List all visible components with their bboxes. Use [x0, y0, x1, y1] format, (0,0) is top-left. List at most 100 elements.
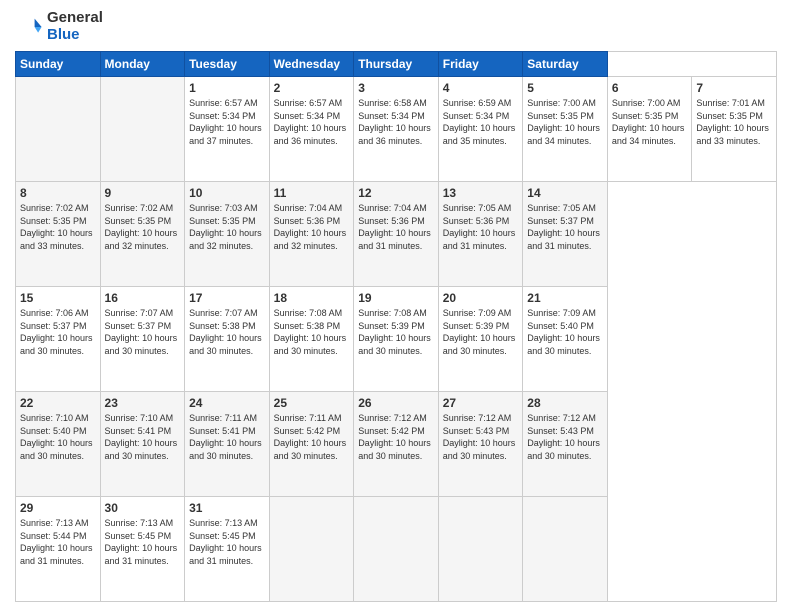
calendar-day-cell: 11 Sunrise: 7:04 AMSunset: 5:36 PMDayligh…	[269, 182, 354, 287]
weekday-header-thursday: Thursday	[354, 52, 439, 77]
calendar-day-cell: 15Sunrise: 7:06 AMSunset: 5:37 PMDayligh…	[16, 287, 101, 392]
day-number: 20	[443, 291, 519, 305]
day-number: 15	[20, 291, 96, 305]
day-number: 22	[20, 396, 96, 410]
day-info: Sunrise: 7:12 AMSunset: 5:43 PMDaylight:…	[527, 412, 603, 462]
day-info: Sunrise: 7:11 AMSunset: 5:42 PMDaylight:…	[274, 412, 350, 462]
calendar-table: SundayMondayTuesdayWednesdayThursdayFrid…	[15, 51, 777, 602]
weekday-header-tuesday: Tuesday	[185, 52, 270, 77]
calendar-week-row: 22 Sunrise: 7:10 AMSunset: 5:40 PMDayligh…	[16, 392, 777, 497]
day-info: Sunrise: 7:13 AMSunset: 5:45 PMDaylight:…	[189, 517, 265, 567]
empty-cell	[438, 497, 523, 602]
day-info: Sunrise: 7:01 AMSunset: 5:35 PMDaylight:…	[696, 97, 772, 147]
calendar-week-row: 29 Sunrise: 7:13 AMSunset: 5:44 PMDayligh…	[16, 497, 777, 602]
day-info: Sunrise: 6:57 AMSunset: 5:34 PMDaylight:…	[274, 97, 350, 147]
day-info: Sunrise: 7:07 AMSunset: 5:37 PMDaylight:…	[105, 307, 181, 357]
calendar-day-cell: 1Sunrise: 6:57 AMSunset: 5:34 PMDaylight…	[185, 77, 270, 182]
weekday-header-sunday: Sunday	[16, 52, 101, 77]
day-number: 11	[274, 186, 350, 200]
day-number: 16	[105, 291, 181, 305]
day-number: 18	[274, 291, 350, 305]
calendar-day-cell: 9 Sunrise: 7:02 AMSunset: 5:35 PMDaylight…	[100, 182, 185, 287]
day-info: Sunrise: 7:09 AMSunset: 5:40 PMDaylight:…	[527, 307, 603, 357]
calendar-day-cell: 2 Sunrise: 6:57 AMSunset: 5:34 PMDaylight…	[269, 77, 354, 182]
calendar-day-cell: 13 Sunrise: 7:05 AMSunset: 5:36 PMDayligh…	[438, 182, 523, 287]
calendar-day-cell: 17 Sunrise: 7:07 AMSunset: 5:38 PMDayligh…	[185, 287, 270, 392]
calendar-day-cell: 8 Sunrise: 7:02 AMSunset: 5:35 PMDaylight…	[16, 182, 101, 287]
calendar-header-row: SundayMondayTuesdayWednesdayThursdayFrid…	[16, 52, 777, 77]
logo-icon	[15, 13, 43, 41]
day-number: 10	[189, 186, 265, 200]
calendar-day-cell: 25 Sunrise: 7:11 AMSunset: 5:42 PMDayligh…	[269, 392, 354, 497]
day-number: 29	[20, 501, 96, 515]
empty-cell	[269, 497, 354, 602]
day-info: Sunrise: 7:08 AMSunset: 5:39 PMDaylight:…	[358, 307, 434, 357]
day-info: Sunrise: 7:00 AMSunset: 5:35 PMDaylight:…	[612, 97, 688, 147]
day-info: Sunrise: 7:09 AMSunset: 5:39 PMDaylight:…	[443, 307, 519, 357]
calendar-day-cell: 22 Sunrise: 7:10 AMSunset: 5:40 PMDayligh…	[16, 392, 101, 497]
weekday-header-friday: Friday	[438, 52, 523, 77]
calendar-day-cell: 20 Sunrise: 7:09 AMSunset: 5:39 PMDayligh…	[438, 287, 523, 392]
day-number: 31	[189, 501, 265, 515]
calendar-day-cell: 29 Sunrise: 7:13 AMSunset: 5:44 PMDayligh…	[16, 497, 101, 602]
day-number: 17	[189, 291, 265, 305]
calendar-day-cell: 30Sunrise: 7:13 AMSunset: 5:45 PMDayligh…	[100, 497, 185, 602]
page-container: General Blue SundayMondayTuesdayWednesda…	[0, 0, 792, 612]
day-number: 25	[274, 396, 350, 410]
day-number: 4	[443, 81, 519, 95]
day-number: 26	[358, 396, 434, 410]
day-info: Sunrise: 6:57 AMSunset: 5:34 PMDaylight:…	[189, 97, 265, 147]
weekday-header-saturday: Saturday	[523, 52, 608, 77]
calendar-week-row: 8 Sunrise: 7:02 AMSunset: 5:35 PMDaylight…	[16, 182, 777, 287]
calendar-day-cell: 21 Sunrise: 7:09 AMSunset: 5:40 PMDayligh…	[523, 287, 608, 392]
calendar-day-cell: 4 Sunrise: 6:59 AMSunset: 5:34 PMDaylight…	[438, 77, 523, 182]
day-number: 30	[105, 501, 181, 515]
day-info: Sunrise: 6:58 AMSunset: 5:34 PMDaylight:…	[358, 97, 434, 147]
day-number: 13	[443, 186, 519, 200]
day-number: 7	[696, 81, 772, 95]
calendar-day-cell: 28 Sunrise: 7:12 AMSunset: 5:43 PMDayligh…	[523, 392, 608, 497]
logo-text: General Blue	[47, 10, 103, 43]
day-info: Sunrise: 7:12 AMSunset: 5:43 PMDaylight:…	[443, 412, 519, 462]
day-number: 28	[527, 396, 603, 410]
day-number: 27	[443, 396, 519, 410]
day-number: 21	[527, 291, 603, 305]
calendar-day-cell: 10 Sunrise: 7:03 AMSunset: 5:35 PMDayligh…	[185, 182, 270, 287]
day-info: Sunrise: 6:59 AMSunset: 5:34 PMDaylight:…	[443, 97, 519, 147]
day-info: Sunrise: 7:02 AMSunset: 5:35 PMDaylight:…	[105, 202, 181, 252]
day-number: 8	[20, 186, 96, 200]
day-info: Sunrise: 7:02 AMSunset: 5:35 PMDaylight:…	[20, 202, 96, 252]
page-header: General Blue	[15, 10, 777, 43]
day-info: Sunrise: 7:08 AMSunset: 5:38 PMDaylight:…	[274, 307, 350, 357]
calendar-day-cell: 26 Sunrise: 7:12 AMSunset: 5:42 PMDayligh…	[354, 392, 439, 497]
day-info: Sunrise: 7:03 AMSunset: 5:35 PMDaylight:…	[189, 202, 265, 252]
calendar-day-cell: 19 Sunrise: 7:08 AMSunset: 5:39 PMDayligh…	[354, 287, 439, 392]
calendar-day-cell: 16 Sunrise: 7:07 AMSunset: 5:37 PMDayligh…	[100, 287, 185, 392]
day-number: 2	[274, 81, 350, 95]
day-info: Sunrise: 7:04 AMSunset: 5:36 PMDaylight:…	[358, 202, 434, 252]
day-info: Sunrise: 7:07 AMSunset: 5:38 PMDaylight:…	[189, 307, 265, 357]
day-number: 24	[189, 396, 265, 410]
calendar-day-cell: 5Sunrise: 7:00 AMSunset: 5:35 PMDaylight…	[523, 77, 608, 182]
day-number: 5	[527, 81, 603, 95]
day-number: 14	[527, 186, 603, 200]
day-number: 19	[358, 291, 434, 305]
calendar-day-cell: 18 Sunrise: 7:08 AMSunset: 5:38 PMDayligh…	[269, 287, 354, 392]
calendar-day-cell: 12Sunrise: 7:04 AMSunset: 5:36 PMDayligh…	[354, 182, 439, 287]
day-number: 3	[358, 81, 434, 95]
logo: General Blue	[15, 10, 103, 43]
day-info: Sunrise: 7:10 AMSunset: 5:40 PMDaylight:…	[20, 412, 96, 462]
day-info: Sunrise: 7:05 AMSunset: 5:37 PMDaylight:…	[527, 202, 603, 252]
day-number: 23	[105, 396, 181, 410]
day-info: Sunrise: 7:12 AMSunset: 5:42 PMDaylight:…	[358, 412, 434, 462]
day-info: Sunrise: 7:13 AMSunset: 5:44 PMDaylight:…	[20, 517, 96, 567]
day-info: Sunrise: 7:05 AMSunset: 5:36 PMDaylight:…	[443, 202, 519, 252]
calendar-day-cell: 27 Sunrise: 7:12 AMSunset: 5:43 PMDayligh…	[438, 392, 523, 497]
weekday-header-monday: Monday	[100, 52, 185, 77]
day-number: 9	[105, 186, 181, 200]
day-info: Sunrise: 7:04 AMSunset: 5:36 PMDaylight:…	[274, 202, 350, 252]
calendar-day-cell: 14 Sunrise: 7:05 AMSunset: 5:37 PMDayligh…	[523, 182, 608, 287]
calendar-week-row: 1Sunrise: 6:57 AMSunset: 5:34 PMDaylight…	[16, 77, 777, 182]
day-number: 6	[612, 81, 688, 95]
empty-cell	[523, 497, 608, 602]
